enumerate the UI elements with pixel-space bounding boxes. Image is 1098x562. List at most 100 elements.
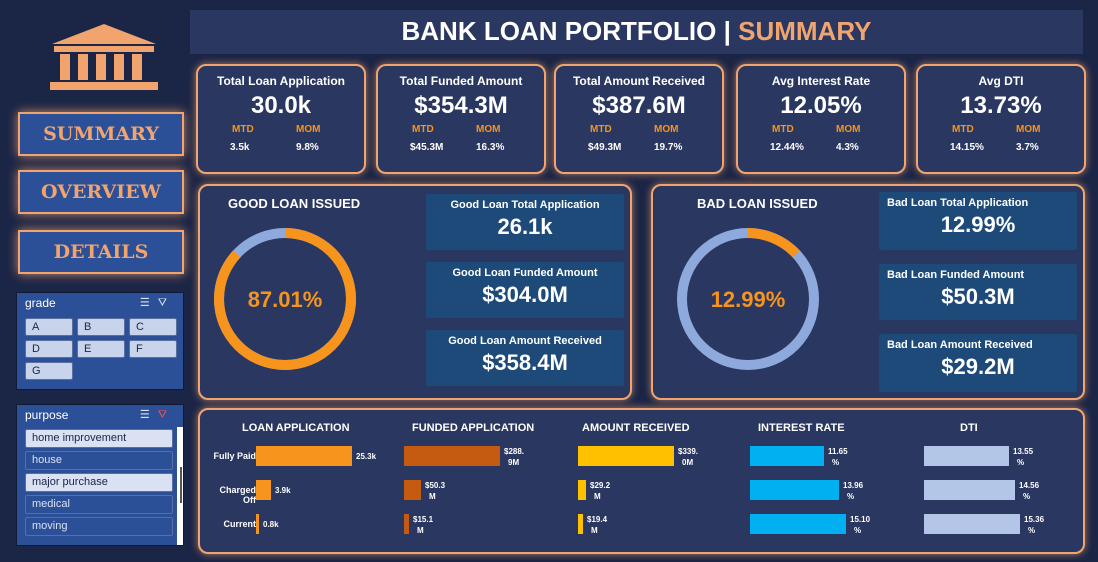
bad-loan-stat-label: Bad Loan Total Application — [887, 197, 1029, 209]
metric-bar-label-line: % — [1017, 458, 1025, 467]
kpi-value: 30.0k — [250, 92, 312, 119]
multi-select-icon[interactable]: ☰ — [140, 409, 158, 421]
purpose-slicer-header: purpose ☰⛛ — [17, 405, 183, 427]
metric-bar-label-line: 13.55 — [1013, 447, 1034, 456]
grade-chip-c[interactable]: C — [129, 318, 177, 336]
metric-bar — [924, 480, 1015, 500]
grade-chip-b[interactable]: B — [77, 318, 125, 336]
metric-header: INTEREST RATE — [758, 422, 845, 434]
kpi-mom-label: MOM — [296, 124, 321, 135]
grade-chip-d[interactable]: D — [25, 340, 73, 358]
metric-bar — [404, 446, 500, 466]
bad-loan-title: BAD LOAN ISSUED — [697, 196, 818, 211]
kpi-mom-value: 19.7% — [654, 142, 683, 153]
bad-loan-stat-funded: Bad Loan Funded Amount $50.3M — [879, 264, 1077, 320]
nav-summary-label: SUMMARY — [43, 123, 159, 145]
metric-bar-label: $288. 9M — [504, 446, 524, 468]
good-loan-percent: 87.01% — [248, 287, 323, 312]
good-loan-panel: GOOD LOAN ISSUED 87.01% Good Loan Total … — [198, 184, 632, 400]
bad-loan-stat-received: Bad Loan Amount Received $29.2M — [879, 334, 1077, 392]
good-loan-stat-applications: Good Loan Total Application 26.1k — [426, 194, 624, 250]
metric-bar-label-line: 11.65 — [828, 447, 848, 456]
grade-chip-g[interactable]: G — [25, 362, 73, 380]
purpose-slicer: purpose ☰⛛ home improvement house major … — [16, 404, 184, 546]
clear-filter-icon[interactable]: ⛛ — [158, 409, 175, 421]
metric-bar — [750, 446, 824, 466]
kpi-value: 13.73% — [960, 92, 1042, 119]
kpi-value: $387.6M — [592, 92, 686, 119]
kpi-mom-label: MOM — [836, 124, 861, 135]
grade-chip-a[interactable]: A — [25, 318, 73, 336]
kpi-card: Avg DTI 13.73% MTD MOM 14.15% 3.7% — [916, 64, 1086, 174]
loan-status-panel: Fully Paid Charged Off Current LOAN APPLICA… — [198, 408, 1085, 554]
status-row-label: Current — [223, 519, 256, 529]
kpi-label: Avg Interest Rate — [771, 74, 871, 88]
grade-chip-f[interactable]: F — [129, 340, 177, 358]
metric-bar-label: $339. 0M — [678, 446, 698, 468]
kpi-mom-value: 9.8% — [296, 142, 319, 153]
kpi-card: Total Loan Application 30.0k MTD MOM 3.5k 9.8… — [196, 64, 366, 174]
kpi-mtd-value: 3.5k — [230, 142, 250, 153]
kpi-card: Total Funded Amount $354.3M MTD MOM $45.3M 16… — [376, 64, 546, 174]
purpose-slicer-title: purpose — [25, 408, 69, 422]
kpi-mom-value: 3.7% — [1016, 142, 1039, 153]
metric-bar-label-line: 0.8k — [263, 520, 279, 529]
metric-bar-label-line: M — [429, 492, 436, 501]
good-loan-stat-label: Good Loan Total Application — [450, 199, 600, 211]
metric-bar-label-line: $19.4 — [587, 515, 608, 524]
kpi-mtd-label: MTD — [412, 124, 434, 135]
purpose-chip-medical[interactable]: medical — [25, 495, 173, 514]
multi-select-icon[interactable]: ☰ — [140, 297, 158, 309]
status-row-label: Charged Off — [219, 485, 256, 505]
metric-bar-label: $19.4 M — [587, 514, 607, 536]
metric-bar — [578, 446, 674, 466]
nav-summary-button[interactable]: SUMMARY — [18, 112, 184, 156]
purpose-chip-major-purchase[interactable]: major purchase — [25, 473, 173, 492]
nav-details-button[interactable]: DETAILS — [18, 230, 184, 274]
metric-bar-label: 25.3k — [356, 451, 376, 462]
metric-bar — [924, 446, 1009, 466]
kpi-mtd-value: $49.3M — [588, 142, 622, 153]
good-loan-stat-funded: Good Loan Funded Amount $304.0M — [426, 262, 624, 318]
good-loan-title: GOOD LOAN ISSUED — [228, 196, 361, 211]
metric-bar — [256, 514, 259, 534]
metric-bar-label-line: % — [847, 492, 855, 501]
kpi-card: Avg Interest Rate 12.05% MTD MOM 12.44% 4.3% — [736, 64, 906, 174]
grade-slicer: grade ☰⛛ A B C D E F G — [16, 292, 184, 390]
metric-bar-label: $15.1 M — [413, 514, 433, 536]
metric-header: AMOUNT RECEIVED — [582, 422, 690, 434]
bad-loan-donut: 12.99% — [677, 228, 819, 370]
purpose-scrollbar[interactable] — [177, 427, 183, 545]
metric-header: LOAN APPLICATION — [242, 422, 350, 434]
metric-bar — [404, 514, 409, 534]
kpi-label: Total Funded Amount — [399, 74, 523, 88]
good-loan-stat-label: Good Loan Amount Received — [448, 335, 602, 347]
good-loan-stat-label: Good Loan Funded Amount — [452, 267, 598, 279]
kpi-mtd-label: MTD — [232, 124, 254, 135]
metric-bar-label-line: $50.3 — [425, 481, 446, 490]
metric-bar — [256, 446, 352, 466]
purpose-chip-home-improvement[interactable]: home improvement — [25, 429, 173, 448]
metric-bar-label-line: 0M — [682, 458, 694, 467]
bad-loan-percent: 12.99% — [711, 287, 786, 312]
metric-bar-label-line: 14.56 — [1019, 481, 1040, 490]
nav-overview-button[interactable]: OVERVIEW — [18, 170, 184, 214]
kpi-card: Total Amount Received $387.6M MTD MOM $49.3M… — [554, 64, 724, 174]
grade-chip-e[interactable]: E — [77, 340, 125, 358]
purpose-chip-house[interactable]: house — [25, 451, 173, 470]
kpi-mom-value: 4.3% — [836, 142, 859, 153]
metric-bar-label: 3.9k — [275, 485, 291, 496]
metric-bar-label-line: % — [1028, 526, 1036, 535]
metric-bar — [256, 480, 271, 500]
bad-loan-stat-value: $50.3M — [941, 284, 1015, 309]
metric-bar-label-line: $15.1 — [413, 515, 434, 524]
good-loan-stat-value: 26.1k — [497, 214, 553, 239]
clear-filter-icon[interactable]: ⛛ — [158, 297, 175, 309]
metric-bar-label-line: M — [594, 492, 601, 501]
kpi-value: 12.05% — [780, 92, 862, 119]
bank-icon — [50, 24, 158, 90]
kpi-mtd-value: 12.44% — [770, 142, 804, 153]
kpi-mom-label: MOM — [476, 124, 501, 135]
metric-header: DTI — [960, 422, 978, 434]
purpose-chip-moving[interactable]: moving — [25, 517, 173, 536]
